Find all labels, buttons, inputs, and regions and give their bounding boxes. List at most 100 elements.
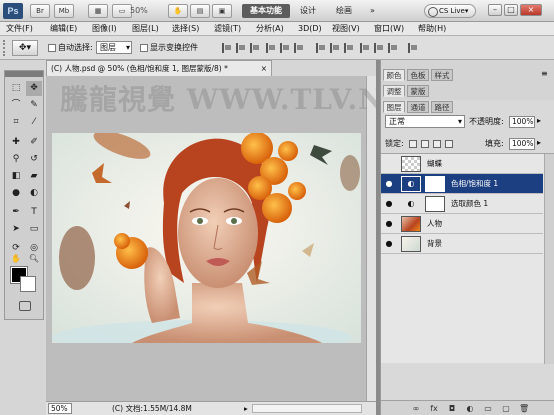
- distribute-hcenter-icon[interactable]: [374, 43, 384, 53]
- zoom-level-icon[interactable]: ▭: [112, 4, 132, 18]
- move-tool-icon[interactable]: ✥: [26, 81, 42, 96]
- lock-position-icon[interactable]: [433, 140, 441, 148]
- view-extras-icon[interactable]: ▦: [88, 4, 108, 18]
- brush-tool-icon[interactable]: ✐: [26, 135, 42, 150]
- menu-analysis[interactable]: 分析(A): [256, 23, 284, 35]
- workspace-painting[interactable]: 绘画: [336, 4, 352, 18]
- horizontal-scrollbar[interactable]: [252, 404, 362, 413]
- bridge-button[interactable]: Br: [30, 4, 50, 18]
- align-bottom-icon[interactable]: [250, 43, 260, 53]
- add-mask-icon[interactable]: ◘: [447, 404, 457, 413]
- type-tool-icon[interactable]: T: [26, 205, 42, 220]
- auto-select-target-select[interactable]: 图层: [96, 41, 132, 54]
- lock-all-icon[interactable]: [445, 140, 453, 148]
- background-color-swatch[interactable]: [20, 276, 36, 292]
- rectangle-tool-icon[interactable]: ▭: [26, 222, 42, 237]
- marquee-tool-icon[interactable]: ⬚: [8, 81, 24, 96]
- screen-mode-icon[interactable]: ▣: [212, 4, 232, 18]
- eyedropper-tool-icon[interactable]: ⁄: [26, 115, 42, 130]
- workspace-more-icon[interactable]: »: [370, 4, 375, 18]
- fill-field[interactable]: 100%: [509, 138, 535, 150]
- visibility-eye-icon[interactable]: ●: [384, 179, 394, 189]
- distribute-left-icon[interactable]: [360, 43, 370, 53]
- opacity-dropdown-icon[interactable]: ▸: [537, 116, 541, 125]
- layer-row[interactable]: ● 人物: [381, 214, 543, 234]
- tab-styles[interactable]: 样式: [431, 69, 453, 81]
- layer-row-selected[interactable]: ● ◐ 色相/饱和度 1: [381, 174, 543, 194]
- quick-select-tool-icon[interactable]: ✎: [26, 98, 42, 113]
- tab-channels[interactable]: 通道: [407, 101, 429, 113]
- lock-transparent-icon[interactable]: [409, 140, 417, 148]
- pen-tool-icon[interactable]: ✒: [8, 205, 24, 220]
- auto-align-icon[interactable]: [408, 43, 418, 53]
- zoom-tool-icon[interactable]: 🔍︎: [26, 251, 42, 266]
- gradient-tool-icon[interactable]: ▰: [26, 169, 42, 184]
- crop-tool-icon[interactable]: ⌗: [8, 115, 24, 130]
- minimize-button[interactable]: –: [488, 4, 502, 16]
- tools-panel-header[interactable]: [5, 71, 43, 77]
- align-hcenter-icon[interactable]: [280, 43, 290, 53]
- layer-row[interactable]: 蝴蝶: [381, 154, 543, 174]
- lasso-tool-icon[interactable]: ⌒: [8, 98, 24, 113]
- visibility-eye-icon[interactable]: ●: [384, 199, 394, 209]
- tab-paths[interactable]: 路径: [431, 101, 453, 113]
- move-tool-preset-icon[interactable]: ✥▾: [12, 40, 38, 56]
- layers-scrollbar[interactable]: [544, 154, 554, 364]
- visibility-eye-icon[interactable]: ●: [384, 219, 394, 229]
- healing-brush-tool-icon[interactable]: ✚: [8, 135, 24, 150]
- history-brush-tool-icon[interactable]: ↺: [26, 152, 42, 167]
- tab-adjustments[interactable]: 调整: [383, 85, 405, 97]
- align-left-icon[interactable]: [266, 43, 276, 53]
- visibility-eye-icon[interactable]: ●: [384, 239, 394, 249]
- quick-mask-icon[interactable]: [19, 301, 31, 311]
- layer-row[interactable]: ● 背景: [381, 234, 543, 254]
- fill-dropdown-icon[interactable]: ▸: [537, 138, 541, 147]
- menu-filter[interactable]: 滤镜(T): [214, 23, 241, 35]
- link-layers-icon[interactable]: ∞: [411, 404, 421, 413]
- layer-row[interactable]: ● ◐ 选取颜色 1: [381, 194, 543, 214]
- opacity-field[interactable]: 100%: [509, 116, 535, 128]
- path-selection-tool-icon[interactable]: ➤: [8, 222, 24, 237]
- show-transform-checkbox[interactable]: [140, 44, 148, 52]
- tab-layers[interactable]: 图层: [383, 101, 405, 113]
- document-tab-close-icon[interactable]: ×: [261, 61, 267, 76]
- blur-tool-icon[interactable]: ●: [8, 186, 24, 201]
- vertical-scrollbar[interactable]: [366, 76, 376, 401]
- close-window-button[interactable]: ×: [520, 4, 542, 16]
- new-group-icon[interactable]: ▭: [483, 404, 493, 413]
- hand-tool-icon[interactable]: ✋: [168, 4, 188, 18]
- menu-view[interactable]: 视图(V): [332, 23, 360, 35]
- tab-swatches[interactable]: 色板: [407, 69, 429, 81]
- menu-select[interactable]: 选择(S): [172, 23, 199, 35]
- options-grip[interactable]: [3, 40, 9, 56]
- new-adjustment-icon[interactable]: ◐: [465, 404, 475, 413]
- auto-select-checkbox[interactable]: [48, 44, 56, 52]
- layer-mask-thumbnail[interactable]: [425, 196, 445, 212]
- cs-live-button[interactable]: CS Live▾: [424, 4, 476, 18]
- layer-style-icon[interactable]: fx: [429, 404, 439, 413]
- menu-help[interactable]: 帮助(H): [418, 23, 446, 35]
- menu-edit[interactable]: 编辑(E): [50, 23, 77, 35]
- menu-layer[interactable]: 图层(L): [132, 23, 159, 35]
- hand-tool-icon-2[interactable]: ✋: [8, 251, 24, 266]
- menu-3d[interactable]: 3D(D): [298, 23, 322, 35]
- minibridge-button[interactable]: Mb: [54, 4, 74, 18]
- align-top-icon[interactable]: [222, 43, 232, 53]
- distribute-vcenter-icon[interactable]: [330, 43, 340, 53]
- maximize-button[interactable]: □: [504, 4, 518, 16]
- distribute-bottom-icon[interactable]: [344, 43, 354, 53]
- document-tab[interactable]: (C) 人物.psd @ 50% (色相/饱和度 1, 图层蒙版/8) * ×: [46, 60, 272, 76]
- clone-stamp-tool-icon[interactable]: ⚲: [8, 152, 24, 167]
- menu-image[interactable]: 图像(I): [92, 23, 117, 35]
- new-layer-icon[interactable]: ▢: [501, 404, 511, 413]
- arrange-documents-icon[interactable]: ▤: [190, 4, 210, 18]
- layer-mask-thumbnail[interactable]: [425, 176, 445, 192]
- delete-layer-icon[interactable]: 🗑︎: [519, 404, 529, 413]
- status-menu-arrow-icon[interactable]: ▸: [244, 402, 248, 415]
- lock-image-icon[interactable]: [421, 140, 429, 148]
- dodge-tool-icon[interactable]: ◐: [26, 186, 42, 201]
- distribute-top-icon[interactable]: [316, 43, 326, 53]
- visibility-eye-icon[interactable]: [384, 159, 394, 169]
- zoom-field[interactable]: 50%: [48, 403, 72, 414]
- zoom-level-dropdown[interactable]: 50%: [130, 4, 148, 18]
